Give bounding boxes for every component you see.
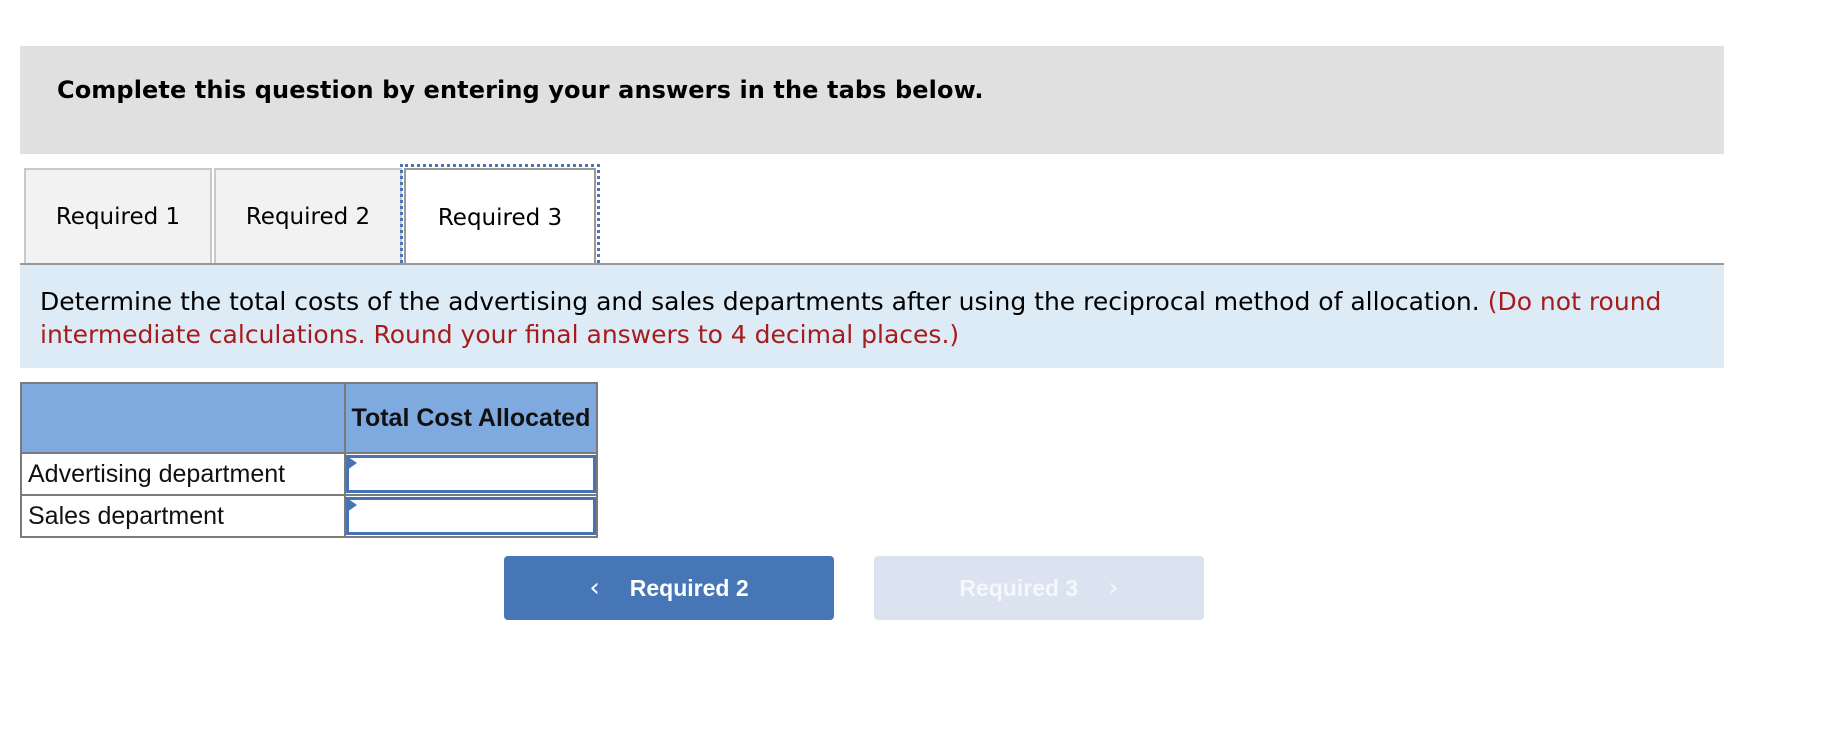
advertising-total-input[interactable]: [346, 455, 596, 493]
chevron-right-icon: ›: [1108, 573, 1119, 603]
chevron-left-icon: ‹: [589, 573, 600, 603]
answer-table: Total Cost Allocated Advertising departm…: [20, 382, 598, 538]
row-label-sales: Sales department: [20, 494, 346, 538]
table-header-row: Total Cost Allocated: [20, 382, 598, 454]
table-header-blank: [20, 382, 346, 454]
prev-required-2-button[interactable]: ‹ Required 2: [504, 556, 834, 620]
question-header: Complete this question by entering your …: [20, 46, 1724, 154]
tab-required-3[interactable]: Required 3: [400, 164, 600, 269]
table-header-total-cost-allocated: Total Cost Allocated: [344, 382, 598, 454]
table-row: Sales department: [20, 494, 598, 538]
table-row: Advertising department: [20, 452, 598, 496]
cell-advertising-total: [344, 452, 598, 496]
prev-button-label: Required 2: [629, 574, 749, 601]
sales-total-input[interactable]: [346, 497, 596, 535]
question-header-title: Complete this question by entering your …: [57, 76, 984, 104]
row-label-advertising: Advertising department: [20, 452, 346, 496]
instruction-text: Determine the total costs of the adverti…: [40, 287, 1480, 316]
instruction-panel: Determine the total costs of the adverti…: [20, 265, 1724, 368]
input-marker-icon: [347, 456, 357, 470]
tab-required-1[interactable]: Required 1: [24, 168, 212, 263]
next-required-3-button[interactable]: Required 3 ›: [874, 556, 1204, 620]
tab-required-2[interactable]: Required 2: [214, 168, 402, 263]
next-button-label: Required 3: [959, 574, 1079, 601]
input-marker-icon: [347, 498, 357, 512]
cell-sales-total: [344, 494, 598, 538]
